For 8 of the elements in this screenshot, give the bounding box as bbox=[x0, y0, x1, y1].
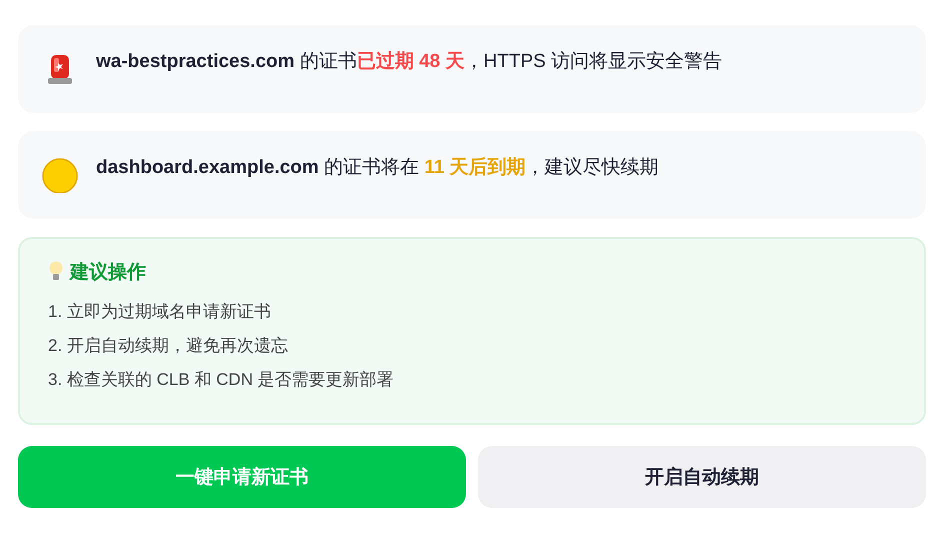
suggestion-item: 1. 立即为过期域名申请新证书 bbox=[48, 301, 272, 323]
auto-renew-button[interactable]: 开启自动续期 bbox=[478, 446, 926, 508]
lightbulb-icon bbox=[48, 261, 64, 283]
suggestion-item: 2. 开启自动续期，避免再次遗忘 bbox=[48, 335, 289, 357]
suggestion-title: 建议操作 bbox=[70, 260, 146, 285]
alert-message: wa-bestpractices.com 的证书已过期 48 天，HTTPS 访问将显示安全警告 bbox=[96, 50, 722, 74]
alert-message: dashboard.example.com 的证书将在 11 天后到期，建议尽快续期 bbox=[96, 156, 659, 180]
suggestion-item: 3. 检查关联的 CLB 和 CDN 是否需要更新部署 bbox=[48, 369, 395, 391]
